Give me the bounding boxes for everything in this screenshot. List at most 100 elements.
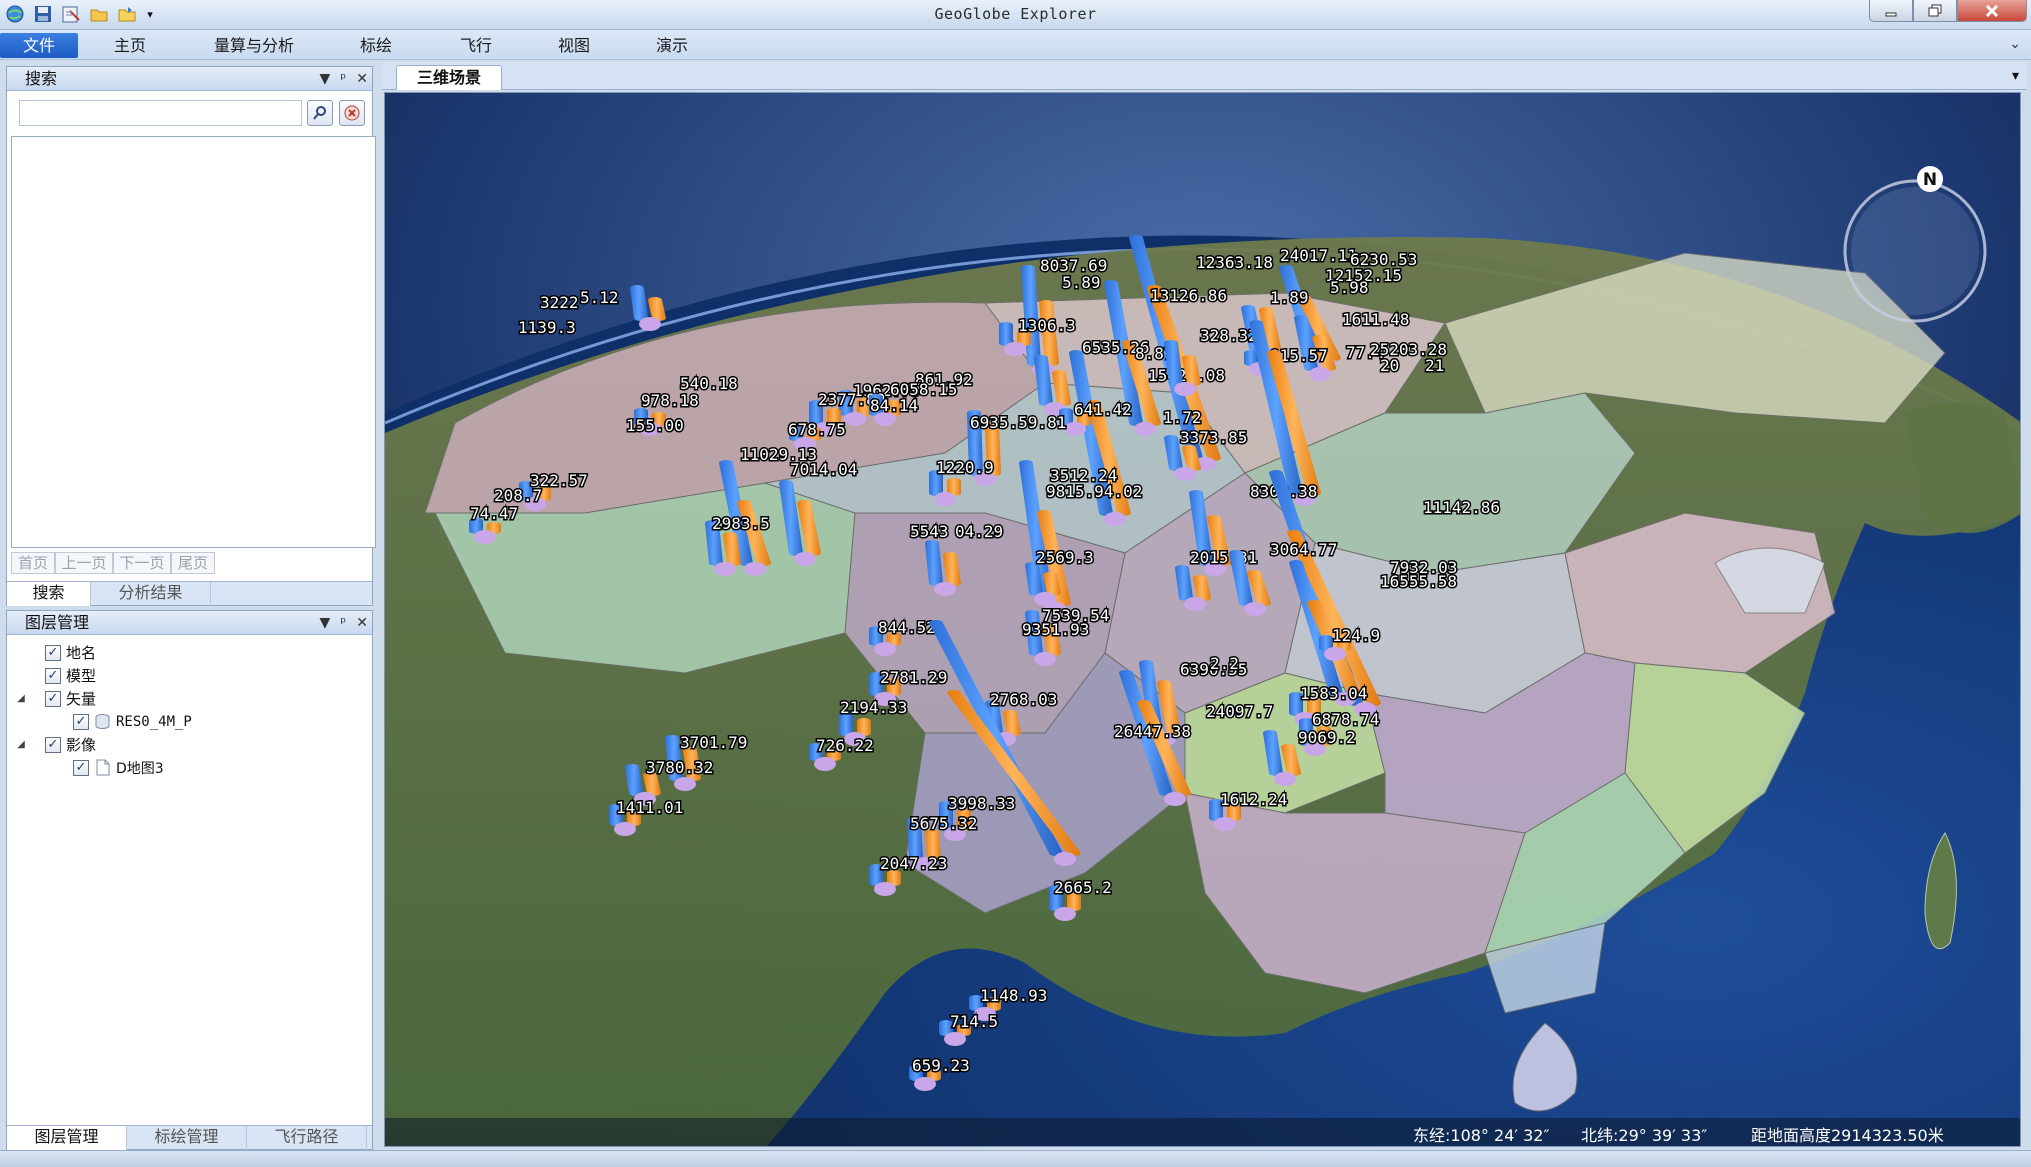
tab-annotation-management[interactable]: 标绘管理 [127, 1126, 247, 1150]
value-base-marker [744, 562, 766, 576]
ribbon-collapse-icon[interactable]: ⌄ [2009, 36, 2021, 52]
layer-panel-header: 图层管理 ▼ ᵖ ✕ [7, 611, 372, 635]
tab-flight-paths[interactable]: 飞行路径 [247, 1126, 367, 1150]
close-icon [1985, 4, 1999, 17]
menu-fly[interactable]: 飞行 [452, 33, 500, 58]
layer-checkbox[interactable]: ✓ [73, 713, 89, 730]
scene-value-label: 84.14 [870, 396, 918, 415]
menu-demo[interactable]: 演示 [648, 33, 696, 58]
clear-search-button[interactable] [339, 100, 365, 126]
layer-row-vector[interactable]: ◢ ✓ 矢量 [13, 687, 192, 710]
database-icon [95, 714, 110, 729]
value-base-marker [1244, 602, 1266, 616]
layer-checkbox[interactable]: ✓ [45, 690, 61, 707]
layer-row-d-map[interactable]: ✓ D地图3 [13, 756, 192, 779]
scene-value-label: 2194.33 [840, 698, 907, 717]
close-button[interactable] [1957, 0, 2027, 22]
search-icon [313, 106, 326, 120]
layer-label: RES0_4M_P [116, 713, 192, 730]
panel-dropdown-icon[interactable]: ▼ [319, 67, 330, 91]
scene-value-label: 12363.18 [1196, 253, 1273, 272]
scene-value-label: 13126.86 [1150, 286, 1227, 305]
tab-analysis-results[interactable]: 分析结果 [91, 582, 211, 606]
value-base-marker [614, 822, 636, 836]
tab-layer-management[interactable]: 图层管理 [7, 1126, 127, 1150]
value-base-marker [1004, 342, 1026, 356]
layer-checkbox[interactable]: ✓ [45, 736, 61, 753]
next-page-button[interactable]: 下一页 [113, 552, 171, 574]
search-result-list[interactable] [11, 136, 376, 548]
prev-page-button[interactable]: 上一页 [55, 552, 113, 574]
value-base-marker [1034, 592, 1056, 606]
tab-list-dropdown-icon[interactable]: ▾ [2012, 68, 2019, 84]
latitude-readout: 北纬:29° 39′ 33″ [1581, 1126, 1708, 1145]
value-base-marker [474, 530, 496, 544]
layer-checkbox[interactable]: ✓ [45, 644, 61, 661]
layer-checkbox[interactable]: ✓ [73, 759, 89, 776]
value-base-marker [1274, 772, 1296, 786]
scene-value-label: 9351.93 [1022, 620, 1089, 639]
3d-scene-view[interactable]: 3222 5.12 1139.3 8037.69 5.89 12363.18 24017.1… [384, 92, 2021, 1147]
panel-dropdown-icon[interactable]: ▼ [319, 611, 330, 635]
scene-value-label: 6935.59.81 [970, 413, 1066, 432]
panel-close-icon[interactable]: ✕ [356, 67, 368, 91]
scene-value-label: 2015.31 [1190, 548, 1257, 567]
menu-measure-analysis[interactable]: 量算与分析 [202, 33, 306, 58]
layer-label: D地图3 [116, 760, 164, 777]
scene-value-label: 328.32 [1200, 326, 1258, 345]
scene-value-label: 2.2 [1210, 654, 1239, 673]
value-base-marker [934, 492, 956, 506]
scene-value-label: 1148.93 [980, 986, 1047, 1005]
layer-row-models[interactable]: ✓ 模型 [13, 664, 192, 687]
scene-value-label: 1.72 [1163, 408, 1202, 427]
layer-checkbox[interactable]: ✓ [45, 667, 61, 684]
search-panel-header: 搜索 ▼ ᵖ ✕ [7, 67, 372, 91]
scene-value-label: 1306.3 [1018, 316, 1076, 335]
globe-canvas[interactable]: 3222 5.121139.38037.695.8912363.18 24017.1… [385, 93, 2021, 1147]
value-base-marker [674, 777, 696, 791]
menu-file[interactable]: 文件 [0, 33, 78, 58]
value-base-marker [714, 562, 736, 576]
menu-view[interactable]: 视图 [550, 33, 598, 58]
layer-label: 影像 [66, 736, 97, 754]
tab-search[interactable]: 搜索 [7, 582, 91, 606]
expand-arrow-icon[interactable]: ◢ [13, 693, 29, 704]
last-page-button[interactable]: 尾页 [171, 552, 215, 574]
value-base-marker [1034, 652, 1056, 666]
value-base-marker [1174, 467, 1196, 481]
scene-value-label: 726.22 [816, 736, 874, 755]
value-base-marker [1054, 907, 1076, 921]
value-base-marker [874, 882, 896, 896]
search-panel-title: 搜索 [25, 69, 58, 88]
scene-value-label: 208.7 [494, 486, 542, 505]
scene-value-label: 3222 [540, 293, 579, 312]
search-button[interactable] [307, 100, 333, 126]
scene-value-label: 26447.38 [1114, 722, 1191, 741]
layer-panel-tabs: 图层管理 标绘管理 飞行路径 [7, 1125, 372, 1150]
panel-close-icon[interactable]: ✕ [356, 611, 368, 635]
layer-row-imagery[interactable]: ◢ ✓ 影像 [13, 733, 192, 756]
menu-home[interactable]: 主页 [106, 33, 154, 58]
pin-icon[interactable]: ᵖ [340, 67, 346, 91]
restore-button[interactable] [1913, 0, 1957, 22]
tab-3d-scene[interactable]: 三维场景 [396, 65, 503, 90]
layer-row-place-names[interactable]: ✓ 地名 [13, 641, 192, 664]
menu-annotate[interactable]: 标绘 [352, 33, 400, 58]
first-page-button[interactable]: 首页 [11, 552, 55, 574]
longitude-readout: 东经:108° 24′ 32″ [1413, 1126, 1550, 1145]
layer-label: 地名 [66, 644, 97, 662]
value-base-marker [814, 757, 836, 771]
scene-value-label: 641.42 [1074, 400, 1132, 419]
window-title: GeoGlobe Explorer [934, 5, 1097, 23]
scene-value-label: 1411.01 [616, 798, 683, 817]
pin-icon[interactable]: ᵖ [340, 611, 346, 635]
value-base-marker [1104, 512, 1126, 526]
search-input[interactable] [19, 100, 302, 126]
scene-value-label: 7014.04 [790, 460, 857, 479]
scene-value-label: 678.75 [788, 420, 846, 439]
layer-label: 矢量 [66, 690, 97, 708]
expand-arrow-icon[interactable]: ◢ [13, 739, 29, 750]
minimize-button[interactable] [1869, 0, 1913, 22]
layer-row-res0[interactable]: ✓ RES0_4M_P [13, 710, 192, 733]
scene-value-label: 3064.77 [1270, 540, 1337, 559]
